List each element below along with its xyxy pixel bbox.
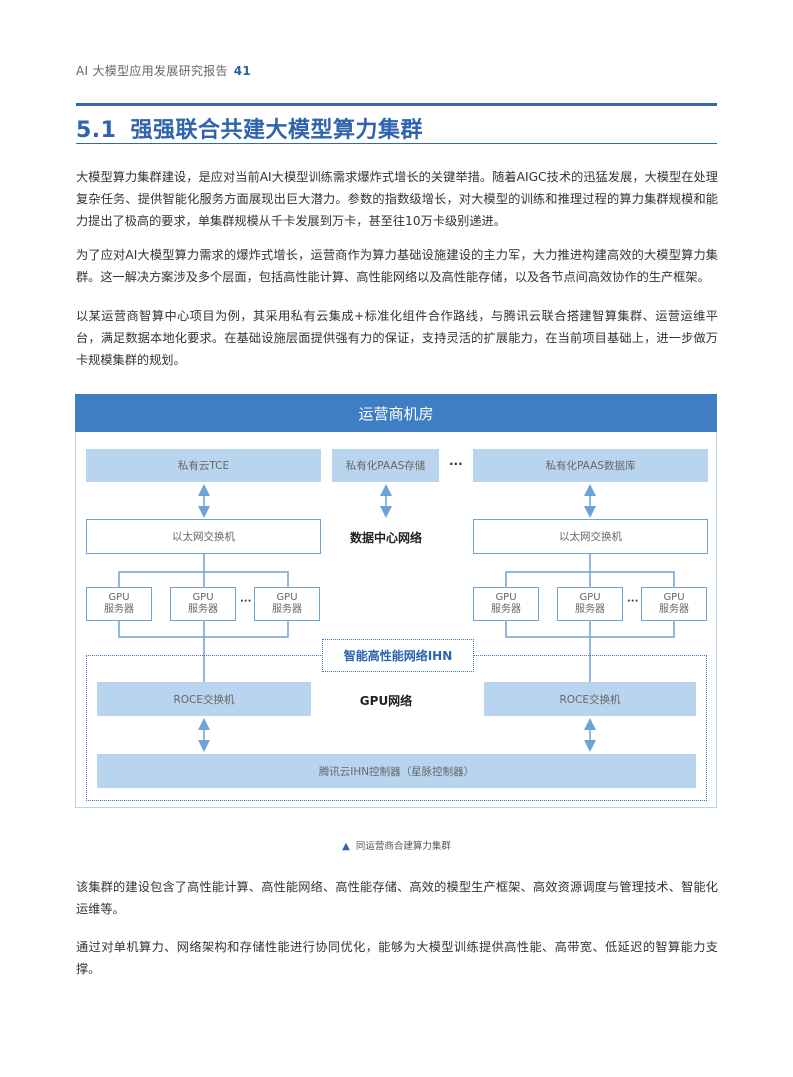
gpu-ellipsis-left: ··· (240, 596, 252, 607)
gpu-server-line1: GPU (663, 592, 685, 603)
gpu-server-line1: GPU (495, 592, 517, 603)
triangle-up-icon: ▲ (342, 841, 350, 852)
gpu-server-line2: 服务器 (104, 604, 134, 615)
gpu-server-line2: 服务器 (659, 604, 689, 615)
gpu-server-line2: 服务器 (188, 604, 218, 615)
gpu-server: GPU 服务器 (473, 587, 539, 621)
gpu-server: GPU 服务器 (641, 587, 707, 621)
gpu-server: GPU 服务器 (170, 587, 236, 621)
gpu-network-label: GPU网络 (359, 694, 413, 708)
gpu-server-line1: GPU (579, 592, 601, 603)
ihn-network-label: 智能高性能网络IHN (322, 639, 474, 672)
paragraph-5: 通过对单机算力、网络架构和存储性能进行协同优化，能够为大模型训练提供高性能、高带… (76, 940, 718, 976)
caption-text: 同运营商合建算力集群 (355, 841, 451, 852)
gpu-server-line2: 服务器 (575, 604, 605, 615)
ethernet-switch-left: 以太网交换机 (86, 519, 321, 554)
gpu-server: GPU 服务器 (86, 587, 152, 621)
ihn-controller-box: 腾讯云IHN控制器（星脉控制器） (97, 754, 696, 788)
gpu-server-line2: 服务器 (491, 604, 521, 615)
figure-caption: ▲ 同运营商合建算力集群 (0, 838, 793, 852)
gpu-server-line1: GPU (276, 592, 298, 603)
gpu-server: GPU 服务器 (254, 587, 320, 621)
gpu-server: GPU 服务器 (557, 587, 623, 621)
roce-switch-right: ROCE交换机 (484, 682, 696, 716)
gpu-server-line1: GPU (192, 592, 214, 603)
datacenter-network-label: 数据中心网络 (349, 531, 422, 545)
gpu-server-line1: GPU (108, 592, 130, 603)
roce-switch-left: ROCE交换机 (97, 682, 311, 716)
gpu-ellipsis-right: ··· (627, 596, 639, 607)
paragraph-4: 该集群的建设包含了高性能计算、高性能网络、高性能存储、高效的模型生产框架、高效资… (76, 880, 718, 916)
gpu-server-line2: 服务器 (272, 604, 302, 615)
ethernet-switch-right: 以太网交换机 (473, 519, 708, 554)
